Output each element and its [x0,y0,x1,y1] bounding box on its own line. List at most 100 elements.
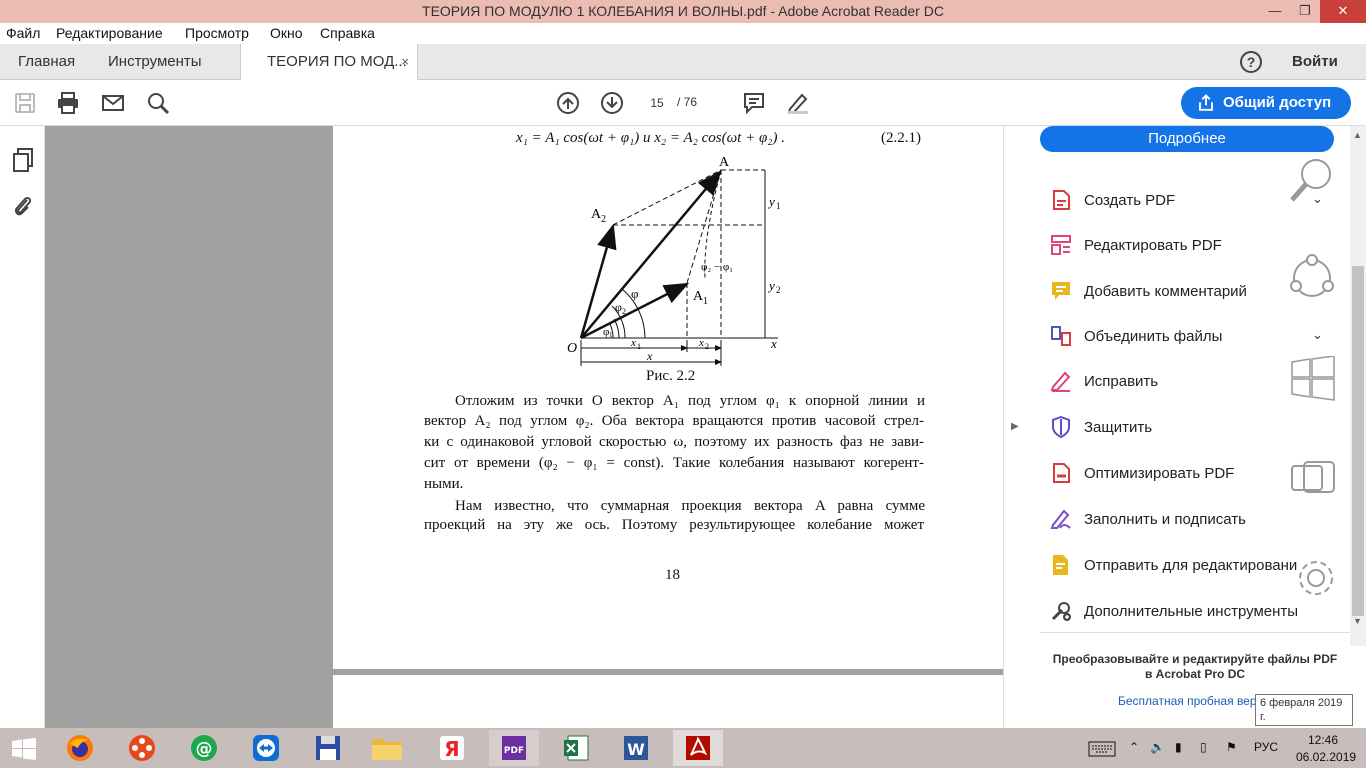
page-number-input[interactable] [640,92,674,114]
clock-time[interactable]: 12:46 [1308,733,1338,747]
tooltip-date: 6 февраля 2019 г. [1260,697,1343,723]
firefox-task[interactable] [55,730,105,766]
tool-more-tools[interactable]: Дополнительные инструменты [1024,592,1344,632]
yandex-browser-task[interactable]: Я [427,730,477,766]
tool-create-pdf[interactable]: Создать PDF ⌄ [1024,181,1344,221]
teamviewer-task[interactable] [241,730,291,766]
network-icon[interactable]: ▮ [1175,740,1182,754]
label-y1-sub: 1 [776,201,781,211]
chevron-down-icon[interactable]: ⌄ [1312,191,1323,207]
menu-file[interactable]: Файл [6,25,40,41]
tab-document[interactable]: ТЕОРИЯ ПО МОД... × [240,44,418,81]
next-pdf-page [333,675,1003,735]
minimize-button[interactable]: — [1260,0,1290,23]
menu-edit[interactable]: Редактирование [56,25,163,41]
media-player-task[interactable] [117,730,167,766]
share-icon [1199,94,1213,111]
fill-sign-icon [1050,509,1071,529]
more-details-button[interactable]: Подробнее [1040,126,1334,152]
tool-optimize-pdf[interactable]: Оптимизировать PDF [1024,454,1344,494]
menu-window[interactable]: Окно [270,25,303,41]
language-indicator[interactable]: РУС [1254,740,1278,754]
collapse-arrow-icon[interactable]: ▶ [1011,421,1019,432]
tool-label: Заполнить и подписать [1084,511,1246,528]
windows-start-icon[interactable] [12,738,36,760]
battery-icon[interactable]: ▯ [1200,740,1207,754]
pdf-page: x₁ = A₁ cos(ωt + φ₁) и x₂ = A₂ cos(ωt + … [333,126,1003,669]
excel-task[interactable] [551,730,601,766]
film-reel-icon [129,735,155,761]
tab-tools[interactable]: Инструменты [108,44,202,80]
word-icon: W [624,736,648,760]
teamviewer-icon [253,735,279,761]
tray-expand-icon[interactable]: ⌃ [1129,740,1139,754]
save-task[interactable] [303,730,353,766]
tab-home[interactable]: Главная [18,44,75,80]
file-explorer-task[interactable] [362,730,412,766]
pdf-editor-icon: PDF [502,736,526,760]
panel-scrollbar[interactable]: ▲ ▼ [1350,126,1366,646]
label-A1-sub: 1 [703,296,708,307]
menu-view[interactable]: Просмотр [185,25,249,41]
tool-edit-pdf[interactable]: Редактировать PDF [1024,226,1344,266]
tool-combine-files[interactable]: Объединить файлы ⌄ [1024,317,1344,357]
label-phi: φ [631,286,639,301]
word-task[interactable]: W [611,730,661,766]
chevron-down-icon[interactable]: ⌄ [1312,327,1323,343]
label-x: x [646,349,653,363]
acrobat-reader-task[interactable] [673,730,723,766]
volume-icon[interactable]: 🔈 [1150,740,1165,754]
scroll-down-icon[interactable]: ▼ [1353,616,1362,626]
label-x2-sub: 2 [705,342,709,351]
scrollbar-thumb[interactable] [1352,266,1364,616]
page-number: 18 [665,567,680,583]
search-icon[interactable] [146,91,170,115]
tool-label: Отправить для редактировани [1084,557,1298,574]
menu-help[interactable]: Справка [320,25,375,41]
comment-icon [1052,282,1070,300]
pdf-editor-task[interactable]: PDF [489,730,539,766]
label-phi2: φ [615,300,622,314]
tool-fill-sign[interactable]: Заполнить и подписать [1024,500,1344,540]
tool-label: Защитить [1084,419,1153,436]
title-bar: ТЕОРИЯ ПО МОДУЛЮ 1 КОЛЕБАНИЯ И ВОЛНЫ.pdf… [0,0,1366,23]
tool-fix[interactable]: Исправить [1024,362,1344,402]
optimize-pdf-icon [1053,463,1070,483]
restore-button[interactable]: ❐ [1290,0,1320,23]
tool-send-for-review[interactable]: Отправить для редактировани [1024,546,1344,586]
comment-icon[interactable] [742,91,766,115]
toolbar: / 76 Общий доступ [0,80,1366,126]
email-icon[interactable] [101,91,125,115]
tool-label: Дополнительные инструменты [1084,603,1299,620]
page-thumbnails-icon[interactable] [12,148,34,172]
notification-flag-icon[interactable]: ⚑ [1226,740,1237,754]
page-total: / 76 [677,95,698,109]
paragraph-2-line-2: проекций на эту же ось. Поэтому результи… [424,517,924,533]
fix-pen-icon [1050,371,1071,392]
at-sign-icon: @ [191,735,217,761]
highlight-pen-icon[interactable] [786,91,810,115]
scroll-up-icon[interactable]: ▲ [1353,130,1362,140]
mail-agent-task[interactable]: @ [179,730,229,766]
close-window-button[interactable]: ✕ [1320,0,1366,23]
tool-add-comment[interactable]: Добавить комментарий [1024,272,1344,312]
free-trial-link[interactable]: Бесплатная пробная вер [1118,694,1257,708]
save-icon[interactable] [13,91,37,115]
firefox-icon [67,735,93,761]
page-down-icon[interactable] [600,91,624,115]
folder-icon [372,739,402,760]
tool-protect[interactable]: Защитить [1024,408,1344,448]
signin-button[interactable]: Войти [1292,44,1338,80]
keyboard-icon[interactable] [1088,741,1116,757]
window-title: ТЕОРИЯ ПО МОДУЛЮ 1 КОЛЕБАНИЯ И ВОЛНЫ.pdf… [422,3,944,19]
panel-collapse-strip[interactable]: ▶ [1003,126,1024,728]
label-x1-sub: 1 [637,342,641,351]
tab-close-icon[interactable]: × [401,44,409,80]
help-icon[interactable]: ? [1240,51,1262,73]
print-icon[interactable] [56,91,80,115]
label-y1: y [767,194,775,209]
clock-date[interactable]: 06.02.2019 [1296,750,1356,764]
share-button[interactable]: Общий доступ [1181,87,1351,119]
page-up-icon[interactable] [556,91,580,115]
attachment-icon[interactable] [12,194,34,218]
